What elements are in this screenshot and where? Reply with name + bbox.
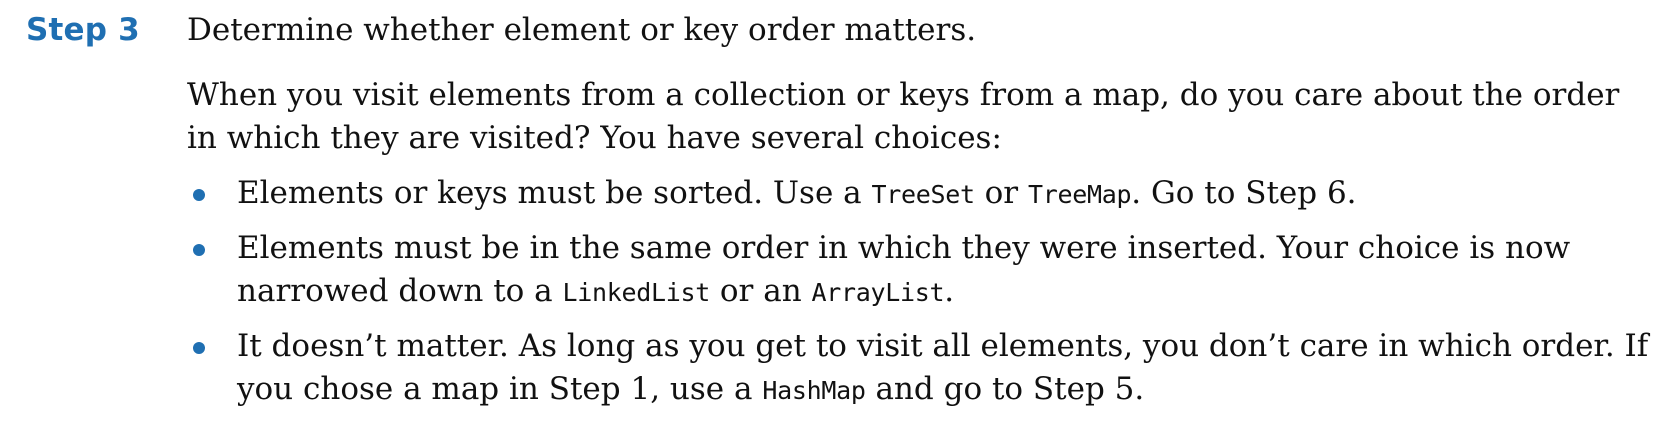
text-fragment: or an [710, 273, 812, 309]
text-fragment: . Go to Step 6. [1131, 175, 1357, 211]
choice-text: Elements must be in the same order in wh… [237, 230, 1570, 309]
bullet-icon [193, 244, 205, 256]
text-fragment: and go to Step 5. [865, 371, 1145, 407]
text-fragment: Elements or keys must be sorted. Use a [237, 175, 872, 211]
intro-paragraph: When you visit elements from a collectio… [187, 77, 1620, 156]
step-title: Determine whether element or key order m… [187, 12, 977, 48]
choice-item-no-order: It doesn’t matter. As long as you get to… [187, 325, 1657, 412]
code-treemap: TreeMap [1027, 180, 1132, 209]
document-page: Step 3 Determine whether element or key … [0, 0, 1674, 430]
bullet-icon [193, 189, 205, 201]
choice-item-insertion-order: Elements must be in the same order in wh… [187, 227, 1657, 314]
choices-list: Elements or keys must be sorted. Use a T… [187, 172, 1657, 423]
text-fragment: . [944, 273, 955, 309]
code-treeset: TreeSet [871, 180, 976, 209]
text-fragment: or [974, 175, 1028, 211]
choice-item-sorted: Elements or keys must be sorted. Use a T… [187, 172, 1657, 216]
choice-text: Elements or keys must be sorted. Use a T… [237, 175, 1357, 211]
bullet-icon [193, 342, 205, 354]
step-label: Step 3 [26, 12, 140, 48]
choice-text: It doesn’t matter. As long as you get to… [237, 328, 1648, 407]
code-arraylist: ArrayList [811, 278, 945, 307]
code-hashmap: HashMap [762, 376, 866, 405]
code-linkedlist: LinkedList [562, 278, 711, 307]
